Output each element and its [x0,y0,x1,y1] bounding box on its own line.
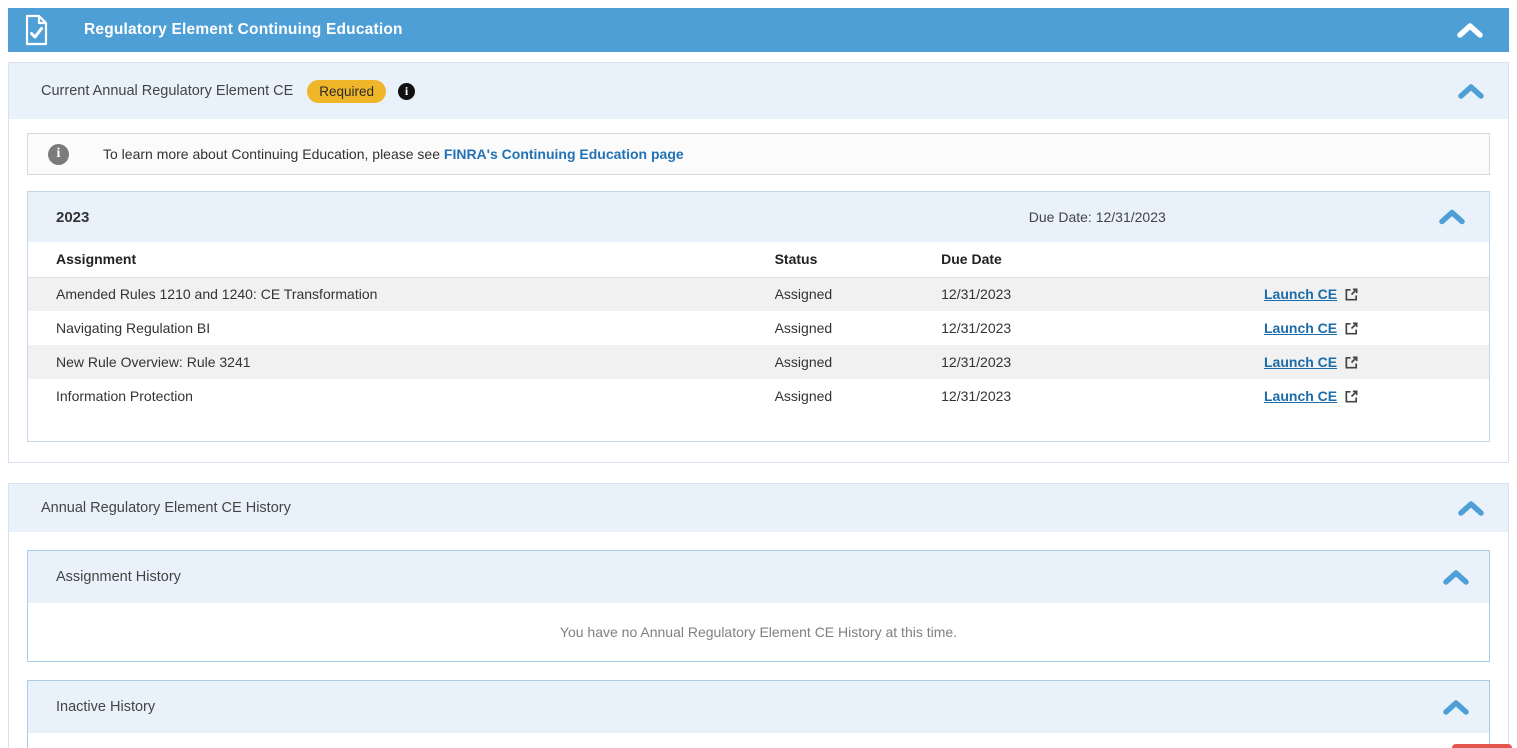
year-label: 2023 [28,209,89,226]
launch-ce-label: Launch CE [1264,354,1337,370]
ce-history-content: Assignment History You have no Annual Re… [9,532,1508,748]
document-check-icon [22,14,52,46]
ce-history-title: Annual Regulatory Element CE History [41,500,291,516]
ce-info-banner: i To learn more about Continuing Educati… [27,133,1490,175]
assignment-history-title: Assignment History [56,569,1443,585]
inactive-history-card: Inactive History [27,680,1490,748]
assignment-cell: Information Protection [28,379,775,413]
assignment-history-card: Assignment History You have no Annual Re… [27,550,1490,662]
collapse-chevron-year-card[interactable] [1439,210,1465,225]
status-cell: Assigned [775,277,942,311]
due-date-cell: 12/31/2023 [941,379,1264,413]
launch-ce-label: Launch CE [1264,286,1337,302]
external-link-icon [1344,355,1359,370]
ce-history-panel: Annual Regulatory Element CE History Ass… [8,483,1509,748]
assignment-history-header[interactable]: Assignment History [28,551,1489,603]
info-banner-text: To learn more about Continuing Education… [103,146,684,162]
launch-ce-link[interactable]: Launch CE [1264,320,1359,336]
info-icon[interactable]: i [398,83,415,100]
table-row: New Rule Overview: Rule 3241 Assigned 12… [28,345,1489,379]
column-header-status: Status [775,242,942,277]
current-ce-content: i To learn more about Continuing Educati… [9,119,1508,462]
table-row: Amended Rules 1210 and 1240: CE Transfor… [28,277,1489,311]
year-card-header[interactable]: 2023 Due Date: 12/31/2023 [28,192,1489,242]
due-date-cell: 12/31/2023 [941,277,1264,311]
collapse-chevron-assignment-history[interactable] [1443,570,1469,585]
collapse-chevron-main[interactable] [1457,23,1483,38]
column-header-due-date: Due Date [941,242,1264,277]
info-banner-text-before: To learn more about Continuing Education… [103,146,444,162]
ce-history-section-header[interactable]: Annual Regulatory Element CE History [9,484,1508,532]
due-date-cell: 12/31/2023 [941,345,1264,379]
card-due-date: Due Date: 12/31/2023 [1029,209,1166,225]
year-2023-card: 2023 Due Date: 12/31/2023 Assignment Sta… [27,191,1490,442]
external-link-icon [1344,321,1359,336]
inactive-history-title: Inactive History [56,699,1443,715]
assignment-history-empty-message: You have no Annual Regulatory Element CE… [28,603,1489,661]
table-row: Navigating Regulation BI Assigned 12/31/… [28,311,1489,345]
assignment-cell: Navigating Regulation BI [28,311,775,345]
external-link-icon [1344,389,1359,404]
page-title: Regulatory Element Continuing Education [84,21,1457,39]
status-cell: Assigned [775,345,942,379]
assignment-cell: New Rule Overview: Rule 3241 [28,345,775,379]
launch-ce-label: Launch CE [1264,388,1337,404]
assignment-cell: Amended Rules 1210 and 1240: CE Transfor… [28,277,775,311]
status-cell: Assigned [775,311,942,345]
launch-ce-link[interactable]: Launch CE [1264,286,1359,302]
ce-assignments-table: Assignment Status Due Date Amended Rules… [28,242,1489,413]
finra-continuing-education-link[interactable]: FINRA's Continuing Education page [444,146,684,162]
launch-ce-label: Launch CE [1264,320,1337,336]
launch-ce-link[interactable]: Launch CE [1264,354,1359,370]
regulatory-element-ce-page: Regulatory Element Continuing Education … [0,0,1517,748]
feedback-button-partial[interactable] [1452,744,1512,748]
collapse-chevron-inactive-history[interactable] [1443,700,1469,715]
required-badge: Required [307,80,386,103]
collapse-chevron-current-ce[interactable] [1458,84,1484,99]
current-ce-title: Current Annual Regulatory Element CE [41,83,293,99]
current-ce-section-header[interactable]: Current Annual Regulatory Element CE Req… [9,63,1508,119]
table-row: Information Protection Assigned 12/31/20… [28,379,1489,413]
inactive-history-body [28,733,1489,748]
external-link-icon [1344,287,1359,302]
section-header-regulatory-element-ce[interactable]: Regulatory Element Continuing Education [8,8,1509,52]
collapse-chevron-history[interactable] [1458,501,1484,516]
status-cell: Assigned [775,379,942,413]
inactive-history-header[interactable]: Inactive History [28,681,1489,733]
launch-ce-link[interactable]: Launch CE [1264,388,1359,404]
info-circle-icon: i [48,144,69,165]
table-header-row: Assignment Status Due Date [28,242,1489,277]
column-header-assignment: Assignment [28,242,775,277]
current-ce-panel: Current Annual Regulatory Element CE Req… [8,62,1509,463]
column-header-action [1264,242,1489,277]
due-date-cell: 12/31/2023 [941,311,1264,345]
